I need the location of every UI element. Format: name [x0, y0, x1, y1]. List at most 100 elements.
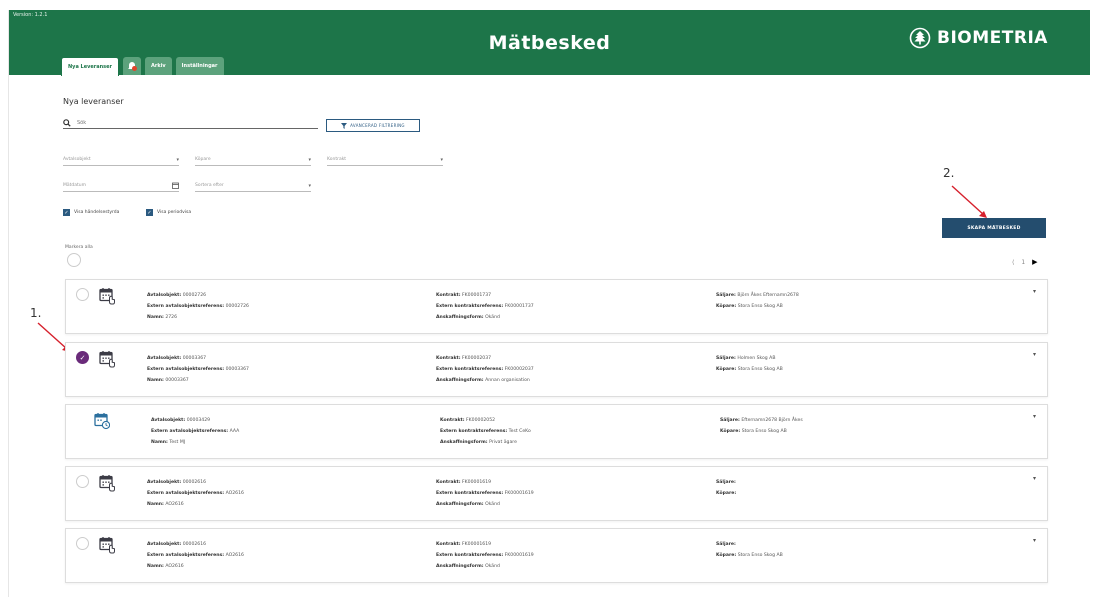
avtal-column: Avtalsobjekt: 00002726 Extern avtalsobje…: [147, 290, 249, 323]
saljare-label: Säljare:: [716, 356, 736, 361]
saljare-value: Björn Åkes Efternamn2678: [737, 293, 799, 298]
page: Version: 1.2.1 Mätbesked BIOMETRIA Nya L…: [0, 0, 1097, 597]
saljare-label: Säljare:: [720, 418, 740, 423]
kontrakt-select[interactable]: Kontrakt ▾: [327, 154, 443, 166]
parter-column: Säljare: Efternamn2678 Björn Åkes Köpare…: [720, 415, 803, 437]
biometria-logo[interactable]: BIOMETRIA: [909, 27, 1048, 49]
expand-chevron-icon[interactable]: ▾: [1033, 288, 1036, 295]
kopare-value: Stora Enso Skog AB: [737, 304, 783, 309]
kontrakt-value: FK00002052: [466, 418, 496, 423]
extern-avtal-label: Extern avtalsobjektsreferens:: [147, 491, 225, 496]
calendar-hand-icon: [99, 537, 115, 554]
namn-value: AO2616: [165, 502, 184, 507]
extern-kontrakt-value: FK00001737: [504, 304, 534, 309]
avtalsobjekt-label: Avtalsobjekt:: [147, 480, 182, 485]
logo-text: BIOMETRIA: [937, 28, 1048, 48]
chevron-down-icon: ▾: [440, 156, 443, 163]
checkbox-event-driven[interactable]: ✓ Visa händelsestyrda: [63, 209, 119, 216]
delivery-select-radio-checked[interactable]: ✓: [76, 351, 89, 364]
avtalsobjekt-label: Avtalsobjekt:: [147, 293, 182, 298]
kontrakt-value: FK00001619: [462, 480, 492, 485]
anskaffning-value: Privat ägare: [489, 440, 517, 445]
kontrakt-column: Kontrakt: FK00001619 Extern kontraktsref…: [436, 539, 534, 572]
biometria-tree-icon: [909, 27, 931, 49]
extern-avtal-value: AO2616: [225, 553, 244, 558]
search-icon: [63, 118, 71, 127]
kopare-label: Köpare:: [716, 304, 737, 309]
app-frame: Version: 1.2.1 Mätbesked BIOMETRIA Nya L…: [8, 10, 1090, 597]
anskaffning-label: Anskaffningsform:: [436, 378, 484, 383]
chevron-down-icon: ▾: [176, 156, 179, 163]
avtalsobjekt-label: Avtalsobjekt:: [147, 542, 182, 547]
checkbox-checked-icon[interactable]: ✓: [146, 209, 153, 216]
kopare-value: Stora Enso Skog AB: [737, 367, 783, 372]
advanced-filter-button[interactable]: AVANCERAD FILTRERING: [326, 119, 420, 132]
kopare-select[interactable]: Köpare ▾: [195, 154, 311, 166]
kopare-select-label: Köpare: [195, 157, 211, 162]
anskaffning-label: Anskaffningsform:: [440, 440, 488, 445]
delivery-card[interactable]: Avtalsobjekt: 00002726 Extern avtalsobje…: [65, 279, 1048, 334]
extern-kontrakt-label: Extern kontraktsreferens:: [436, 491, 504, 496]
skapa-matbesked-button[interactable]: SKAPA MÄTBESKED: [942, 218, 1046, 238]
avtalsobjekt-select[interactable]: Avtalsobjekt ▾: [63, 154, 179, 166]
avtalsobjekt-select-label: Avtalsobjekt: [63, 157, 91, 162]
kontrakt-column: Kontrakt: FK00002052 Extern kontraktsref…: [440, 415, 531, 448]
select-all-radio[interactable]: [67, 253, 81, 267]
kopare-value: Stora Enso Skog AB: [737, 553, 783, 558]
kontrakt-column: Kontrakt: FK00001619 Extern kontraktsref…: [436, 477, 534, 510]
version-label: Version: 1.2.1: [13, 12, 48, 18]
tab-nya-leveranser[interactable]: Nya Leveranser: [61, 57, 120, 76]
delivery-card[interactable]: Avtalsobjekt: 00002616 Extern avtalsobje…: [65, 528, 1048, 583]
expand-chevron-icon[interactable]: ▾: [1033, 351, 1036, 358]
anskaffning-value: Okänd: [485, 315, 500, 320]
delivery-card[interactable]: ✓ Avtalsobjekt: 00003367 Extern avtalsob…: [65, 342, 1048, 397]
calendar-hand-icon: [99, 475, 115, 492]
avtalsobjekt-value: 00002616: [182, 542, 207, 547]
pagination-next-button[interactable]: ▶: [1032, 258, 1037, 266]
tab-notifications[interactable]: [123, 57, 142, 75]
expand-chevron-icon[interactable]: ▾: [1033, 475, 1036, 482]
parter-column: Säljare: Holmen Skog AB Köpare: Stora En…: [716, 353, 783, 375]
search-bar[interactable]: [63, 117, 318, 129]
tab-bar: Nya Leveranser Arkiv Inställningar: [61, 57, 224, 76]
tab-installningar[interactable]: Inställningar: [175, 57, 224, 75]
anskaffning-value: Annan organisation: [485, 378, 530, 383]
avtal-column: Avtalsobjekt: 00003367 Extern avtalsobje…: [147, 353, 249, 386]
namn-label: Namn:: [147, 564, 164, 569]
delivery-select-radio[interactable]: [76, 475, 89, 488]
extern-avtal-value: 00002726: [225, 304, 249, 309]
tab-arkiv[interactable]: Arkiv: [145, 57, 172, 75]
kontrakt-value: FK00001619: [462, 542, 492, 547]
namn-value: Test MJ: [169, 440, 186, 445]
extern-avtal-value: AO2616: [225, 491, 244, 496]
expand-chevron-icon[interactable]: ▾: [1033, 537, 1036, 544]
avtal-column: Avtalsobjekt: 00002616 Extern avtalsobje…: [147, 539, 244, 572]
pagination-prev-button[interactable]: ⟨: [1012, 259, 1014, 266]
sortera-select[interactable]: Sortera efter ▾: [195, 180, 311, 192]
anskaffning-label: Anskaffningsform:: [436, 315, 484, 320]
saljare-label: Säljare:: [716, 542, 736, 547]
delivery-select-radio[interactable]: [76, 537, 89, 550]
namn-label: Namn:: [151, 440, 168, 445]
delivery-card[interactable]: Avtalsobjekt: 00002616 Extern avtalsobje…: [65, 466, 1048, 521]
extern-kontrakt-value: FK00001619: [504, 553, 534, 558]
app-header: Version: 1.2.1 Mätbesked BIOMETRIA Nya L…: [9, 10, 1090, 76]
pagination: ⟨ 1 ▶: [1012, 258, 1038, 266]
chevron-down-icon: ▾: [308, 182, 311, 189]
anskaffning-label: Anskaffningsform:: [436, 502, 484, 507]
delivery-select-radio[interactable]: [76, 288, 89, 301]
search-input[interactable]: [77, 119, 277, 126]
avtalsobjekt-value: 00002616: [182, 480, 207, 485]
delivery-card[interactable]: Avtalsobjekt: 00003429 Extern avtalsobje…: [65, 404, 1048, 459]
calendar-clock-icon: [94, 413, 110, 430]
namn-label: Namn:: [147, 378, 164, 383]
checkbox-checked-icon[interactable]: ✓: [63, 209, 70, 216]
extern-kontrakt-label: Extern kontraktsreferens:: [436, 553, 504, 558]
pagination-page-number[interactable]: 1: [1021, 259, 1025, 266]
expand-chevron-icon[interactable]: ▾: [1033, 413, 1036, 420]
kopare-value: Stora Enso Skog AB: [741, 429, 787, 434]
matdatum-field[interactable]: Mätdatum: [63, 180, 179, 192]
checkbox-periodic[interactable]: ✓ Visa periodvisa: [146, 209, 191, 216]
avtalsobjekt-label: Avtalsobjekt:: [151, 418, 186, 423]
anskaffning-value: Okänd: [485, 502, 500, 507]
